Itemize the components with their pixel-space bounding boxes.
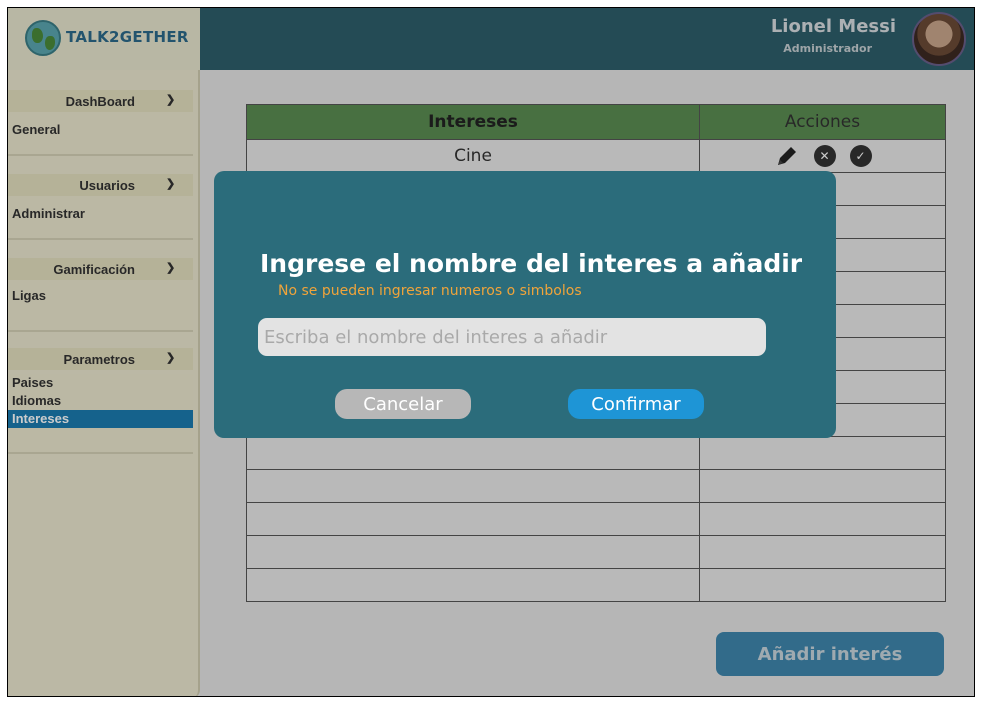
add-interest-modal: Ingrese el nombre del interes a añadir N… bbox=[214, 171, 836, 438]
app-frame: TALK2GETHER DashBoard ❯ General Usuarios… bbox=[7, 7, 975, 697]
interest-name-input[interactable] bbox=[258, 318, 766, 356]
cancel-button[interactable]: Cancelar bbox=[335, 389, 471, 419]
modal-title: Ingrese el nombre del interes a añadir bbox=[260, 249, 803, 278]
confirm-button[interactable]: Confirmar bbox=[568, 389, 704, 419]
modal-hint: No se pueden ingresar numeros o simbolos bbox=[278, 283, 582, 299]
